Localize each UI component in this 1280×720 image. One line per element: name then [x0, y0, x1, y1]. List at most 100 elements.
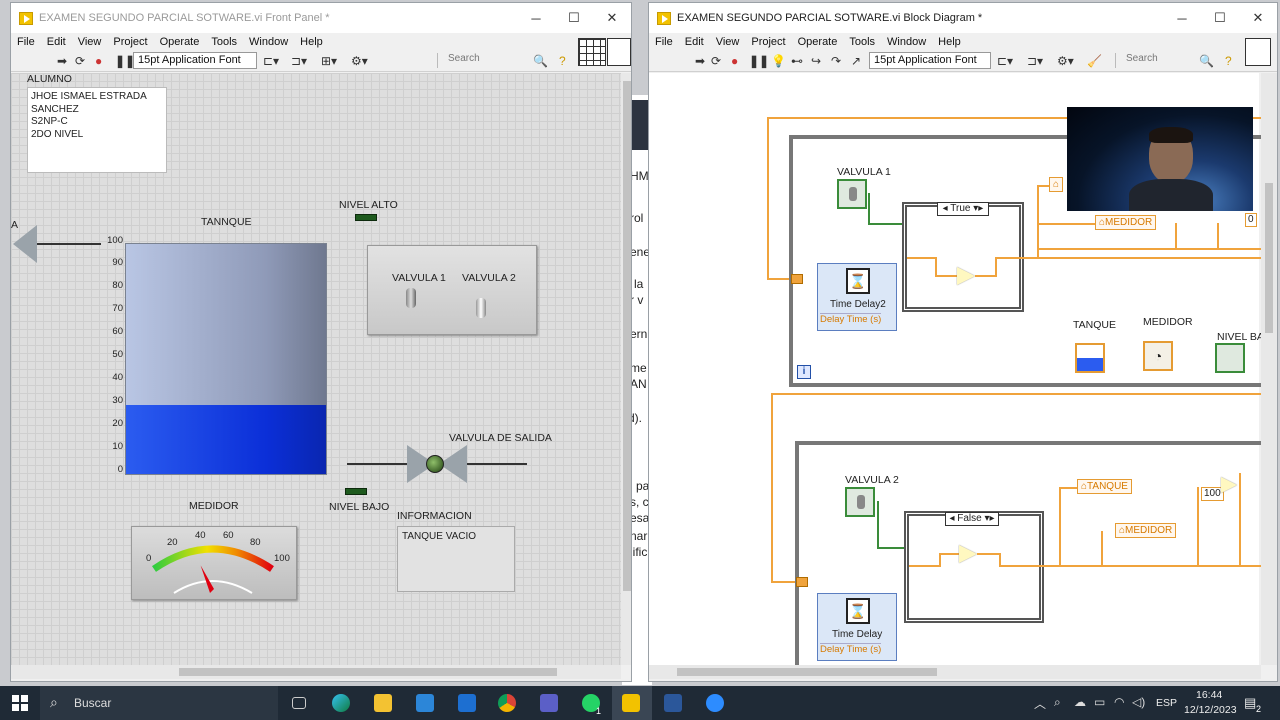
clock-date[interactable]: 12/12/2023 [1184, 704, 1237, 716]
menu-file[interactable]: File [649, 36, 679, 48]
abort-icon[interactable]: ● [95, 54, 102, 68]
font-select[interactable]: 15pt Application Font [133, 52, 257, 69]
menu-edit[interactable]: Edit [41, 36, 72, 48]
valvula1-toggle-switch[interactable] [406, 288, 416, 308]
chrome-icon[interactable] [498, 694, 516, 712]
minimize-button[interactable]: ─ [517, 3, 555, 33]
run-arrow-icon[interactable]: ➡ [695, 54, 705, 68]
step-out-icon[interactable]: ↗ [851, 54, 861, 68]
menu-window[interactable]: Window [881, 36, 932, 48]
hscroll-thumb[interactable] [179, 668, 557, 676]
connector-pane-icon[interactable] [578, 38, 606, 66]
search-icon[interactable]: 🔍 [1199, 54, 1214, 68]
block-diagram-hscrollbar[interactable] [649, 665, 1261, 679]
search-input[interactable]: Search [437, 53, 537, 68]
retain-wire-values-icon[interactable]: ⊷ [791, 54, 803, 68]
word-icon[interactable] [664, 694, 682, 712]
numeric-constant-1[interactable]: 0 [1245, 213, 1257, 227]
local-variable-medidor-2[interactable]: ⌂MEDIDOR [1115, 523, 1177, 538]
search-icon[interactable]: 🔍 [533, 54, 548, 68]
wifi-icon[interactable]: ◠ [1114, 695, 1124, 709]
tanque-indicator-terminal[interactable] [1075, 343, 1105, 373]
valvula2-toggle-switch[interactable] [476, 298, 486, 318]
block-diagram-vscrollbar[interactable] [1261, 73, 1277, 665]
hscroll-thumb[interactable] [677, 668, 937, 676]
front-panel-hscrollbar[interactable] [11, 665, 621, 679]
reorder-icon[interactable]: ⚙▾ [351, 54, 368, 68]
close-button[interactable]: ✕ [593, 3, 631, 33]
clock-time[interactable]: 16:44 [1196, 689, 1222, 701]
medidor-indicator-terminal[interactable]: ◔ [1143, 341, 1173, 371]
distribute-objects-icon[interactable]: ⊐▾ [291, 54, 307, 68]
step-over-icon[interactable]: ↷ [831, 54, 841, 68]
cleanup-diagram-icon[interactable]: 🧹 [1087, 54, 1102, 68]
nivel-indicator-terminal[interactable] [1215, 343, 1245, 373]
minimize-button[interactable]: ─ [1163, 3, 1201, 33]
maximize-button[interactable]: ☐ [555, 3, 593, 33]
labview-icon[interactable] [622, 694, 640, 712]
help-icon[interactable]: ? [559, 54, 566, 68]
edge-browser-icon[interactable] [332, 694, 350, 712]
time-delay-2-node[interactable]: ⌛ Time Delay2 Delay Time (s) [817, 263, 897, 331]
menu-view[interactable]: View [710, 36, 746, 48]
menu-file[interactable]: File [11, 36, 41, 48]
front-panel-vscrollbar[interactable] [621, 73, 631, 665]
meet-now-icon[interactable]: ⌕ [1054, 695, 1061, 710]
resize-objects-icon[interactable]: ⊞▾ [321, 54, 337, 68]
menu-help[interactable]: Help [932, 36, 967, 48]
taskbar-search-box[interactable]: ⌕ Buscar [40, 686, 278, 720]
pause-icon[interactable]: ❚❚ [749, 54, 769, 68]
reorder-icon[interactable]: ⚙▾ [1057, 54, 1074, 68]
maximize-button[interactable]: ☐ [1201, 3, 1239, 33]
font-select[interactable]: 15pt Application Font [869, 52, 991, 69]
highlight-execution-icon[interactable]: 💡 [771, 54, 786, 68]
close-button[interactable]: ✕ [1239, 3, 1277, 33]
step-into-icon[interactable]: ↪ [811, 54, 821, 68]
menu-edit[interactable]: Edit [679, 36, 710, 48]
run-continuously-icon[interactable]: ⟳ [711, 54, 721, 68]
local-variable-tanque-2[interactable]: ⌂TANQUE [1077, 479, 1132, 494]
abort-icon[interactable]: ● [731, 54, 738, 68]
time-delay-node[interactable]: ⌛ Time Delay Delay Time (s) [817, 593, 897, 661]
local-variable-medidor-1[interactable]: ⌂MEDIDOR [1095, 215, 1157, 230]
case-selector-1[interactable]: ◂ True ▾▸ [937, 202, 989, 216]
run-continuously-icon[interactable]: ⟳ [75, 54, 85, 68]
menu-tools[interactable]: Tools [843, 36, 881, 48]
file-explorer-icon[interactable] [374, 694, 392, 712]
show-hidden-icons-icon[interactable]: ︿ [1034, 695, 1046, 712]
align-objects-icon[interactable]: ⊏▾ [263, 54, 279, 68]
notification-center-icon[interactable]: ▤ [1244, 695, 1256, 711]
volume-icon[interactable]: ◁) [1132, 695, 1145, 709]
vscroll-thumb[interactable] [623, 81, 631, 591]
search-input[interactable]: Search [1115, 53, 1205, 68]
menu-window[interactable]: Window [243, 36, 294, 48]
align-objects-icon[interactable]: ⊏▾ [997, 54, 1013, 68]
run-arrow-icon[interactable]: ➡ [57, 54, 67, 68]
vscroll-thumb[interactable] [1265, 183, 1273, 333]
teams-icon[interactable] [540, 694, 558, 712]
microsoft-store-icon[interactable] [416, 694, 434, 712]
front-panel-titlebar[interactable]: EXAMEN SEGUNDO PARCIAL SOTWARE.vi Front … [11, 3, 631, 33]
vi-icon[interactable] [607, 38, 631, 66]
menu-view[interactable]: View [72, 36, 108, 48]
distribute-objects-icon[interactable]: ⊐▾ [1027, 54, 1043, 68]
case-selector-2[interactable]: ◂ False ▾▸ [945, 512, 999, 526]
local-variable-1[interactable]: ⌂ [1049, 177, 1064, 192]
menu-tools[interactable]: Tools [205, 36, 243, 48]
help-icon[interactable]: ? [1225, 54, 1232, 68]
menu-project[interactable]: Project [107, 36, 153, 48]
valvula1-terminal[interactable] [837, 179, 867, 209]
valvula2-terminal[interactable] [845, 487, 875, 517]
mail-icon[interactable] [458, 694, 476, 712]
task-view-icon[interactable] [292, 697, 306, 709]
menu-help[interactable]: Help [294, 36, 329, 48]
onedrive-icon[interactable]: ☁ [1074, 695, 1086, 709]
block-diagram-titlebar[interactable]: EXAMEN SEGUNDO PARCIAL SOTWARE.vi Block … [649, 3, 1277, 33]
outlet-valve-knob[interactable] [426, 455, 444, 473]
vi-icon[interactable] [1245, 38, 1271, 66]
menu-operate[interactable]: Operate [154, 36, 206, 48]
battery-icon[interactable]: ▭ [1094, 695, 1105, 709]
zoom-icon[interactable] [706, 694, 724, 712]
start-button-icon[interactable] [12, 695, 28, 711]
language-indicator[interactable]: ESP [1156, 697, 1177, 709]
